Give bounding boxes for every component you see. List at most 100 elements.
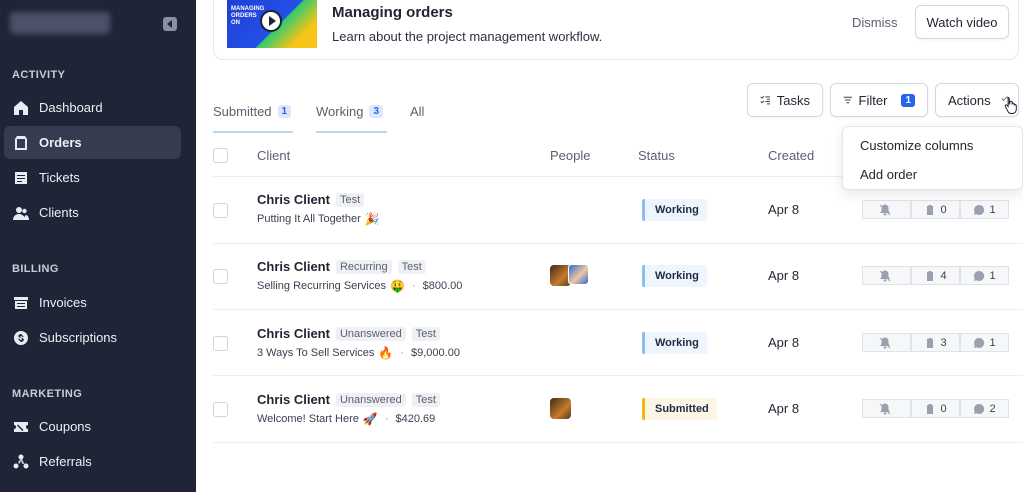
home-icon bbox=[12, 99, 30, 117]
status-badge: Submitted bbox=[642, 398, 717, 420]
tasks-button[interactable]: Tasks bbox=[747, 83, 823, 117]
workspace-name-blurred[interactable] bbox=[10, 12, 110, 34]
row-checkbox[interactable] bbox=[213, 402, 228, 417]
bell-off-icon bbox=[879, 336, 890, 348]
tag-badge: Recurring bbox=[335, 259, 392, 274]
clipboard-icon bbox=[927, 337, 934, 348]
messages-count-value: 1 bbox=[989, 269, 996, 282]
sidebar-item-label: Clients bbox=[39, 205, 79, 220]
tag-badge: Test bbox=[397, 259, 426, 274]
tag-badge: Test bbox=[411, 392, 440, 407]
referrals-icon bbox=[12, 453, 30, 471]
tag-badge: Unanswered bbox=[335, 392, 406, 407]
column-header-created[interactable]: Created bbox=[768, 148, 814, 163]
bell-off-icon bbox=[879, 402, 890, 414]
sidebar-item-invoices[interactable]: Invoices bbox=[4, 286, 181, 319]
client-name[interactable]: Chris Client bbox=[257, 392, 330, 407]
dismiss-button[interactable]: Dismiss bbox=[852, 15, 898, 30]
column-header-people[interactable]: People bbox=[550, 148, 590, 163]
tickets-icon bbox=[12, 169, 30, 187]
sidebar-item-orders[interactable]: Orders bbox=[4, 126, 181, 159]
separator-dot: · bbox=[411, 280, 416, 292]
hand-cursor-icon bbox=[1004, 97, 1017, 114]
video-banner: MANAGING ORDERS ON Managing orders Learn… bbox=[213, 0, 1019, 60]
client-name[interactable]: Chris Client bbox=[257, 192, 330, 207]
collapse-sidebar-icon[interactable] bbox=[163, 17, 177, 31]
menu-item-customize-columns[interactable]: Customize columns bbox=[860, 138, 973, 153]
banner-subtitle: Learn about the project management workf… bbox=[332, 29, 603, 44]
messages-count-value: 2 bbox=[989, 402, 996, 415]
tab-working[interactable]: Working 3 bbox=[316, 104, 384, 119]
tasks-label: Tasks bbox=[776, 92, 810, 108]
section-marketing: MARKETING bbox=[12, 388, 83, 400]
tasks-count[interactable]: 0 bbox=[911, 200, 960, 219]
filter-button[interactable]: Filter 1 bbox=[830, 83, 928, 117]
row-divider bbox=[213, 442, 1023, 443]
tasks-count-value: 4 bbox=[940, 269, 947, 282]
sidebar-item-dashboard[interactable]: Dashboard bbox=[4, 91, 181, 124]
tab-label: All bbox=[410, 104, 425, 119]
invoices-icon bbox=[12, 294, 30, 312]
row-checkbox[interactable] bbox=[213, 269, 228, 284]
sidebar-item-tickets[interactable]: Tickets bbox=[4, 161, 181, 194]
messages-count[interactable]: 2 bbox=[960, 399, 1009, 418]
subscriptions-icon bbox=[12, 329, 30, 347]
bell-off-icon bbox=[879, 269, 890, 281]
mute-toggle[interactable] bbox=[862, 266, 911, 285]
tab-submitted[interactable]: Submitted 1 bbox=[213, 104, 292, 119]
row-checkbox[interactable] bbox=[213, 203, 228, 218]
tasks-count[interactable]: 0 bbox=[911, 399, 960, 418]
filter-label: Filter bbox=[858, 92, 888, 108]
messages-count[interactable]: 1 bbox=[960, 333, 1009, 352]
sidebar-item-label: Coupons bbox=[39, 419, 92, 434]
tasks-count-value: 0 bbox=[940, 203, 947, 216]
created-date: Apr 8 bbox=[768, 401, 800, 416]
watch-video-button[interactable]: Watch video bbox=[915, 5, 1009, 39]
actions-dropdown-menu: Customize columns Add order bbox=[842, 126, 1023, 190]
section-activity: ACTIVITY bbox=[12, 69, 66, 81]
tasks-count-value: 3 bbox=[940, 336, 947, 349]
tasks-count[interactable]: 3 bbox=[911, 333, 960, 352]
tasks-count[interactable]: 4 bbox=[911, 266, 960, 285]
tab-label: Submitted bbox=[213, 104, 272, 119]
section-billing: BILLING bbox=[12, 263, 59, 275]
play-icon[interactable] bbox=[260, 10, 282, 32]
service-emoji: 🚀 bbox=[362, 412, 378, 426]
coupons-icon bbox=[12, 418, 30, 436]
client-name[interactable]: Chris Client bbox=[257, 259, 330, 274]
column-header-client[interactable]: Client bbox=[257, 148, 290, 163]
mute-toggle[interactable] bbox=[862, 200, 911, 219]
sidebar-item-label: Referrals bbox=[39, 454, 92, 469]
messages-count[interactable]: 1 bbox=[960, 200, 1009, 219]
messages-count[interactable]: 1 bbox=[960, 266, 1009, 285]
clipboard-icon bbox=[927, 403, 934, 414]
avatar[interactable] bbox=[550, 398, 571, 419]
clients-icon bbox=[12, 204, 30, 222]
actions-label: Actions bbox=[948, 92, 991, 108]
mute-toggle[interactable] bbox=[862, 333, 911, 352]
banner-title: Managing orders bbox=[332, 4, 453, 21]
video-thumbnail[interactable]: MANAGING ORDERS ON bbox=[227, 0, 317, 48]
tab-underline bbox=[316, 131, 387, 133]
sidebar-item-label: Orders bbox=[39, 135, 82, 150]
bell-off-icon bbox=[879, 203, 890, 215]
service-name: Selling Recurring Services bbox=[257, 280, 386, 292]
row-checkbox[interactable] bbox=[213, 336, 228, 351]
client-name[interactable]: Chris Client bbox=[257, 326, 330, 341]
mute-toggle[interactable] bbox=[862, 399, 911, 418]
avatar[interactable] bbox=[568, 264, 589, 285]
sidebar-item-label: Invoices bbox=[39, 295, 87, 310]
tab-all[interactable]: All bbox=[410, 104, 424, 119]
order-price: $420.69 bbox=[395, 413, 436, 425]
sidebar-item-clients[interactable]: Clients bbox=[4, 196, 181, 229]
select-all-checkbox[interactable] bbox=[213, 148, 228, 163]
menu-item-add-order[interactable]: Add order bbox=[860, 167, 917, 182]
sidebar-item-referrals[interactable]: Referrals bbox=[4, 445, 181, 478]
tab-underline bbox=[213, 131, 293, 133]
tag-badge: Test bbox=[411, 326, 440, 341]
sidebar-item-subscriptions[interactable]: Subscriptions bbox=[4, 321, 181, 354]
column-header-status[interactable]: Status bbox=[638, 148, 675, 163]
chat-icon bbox=[974, 270, 985, 281]
sidebar-item-coupons[interactable]: Coupons bbox=[4, 410, 181, 443]
service-name: Putting It All Together bbox=[257, 213, 361, 225]
